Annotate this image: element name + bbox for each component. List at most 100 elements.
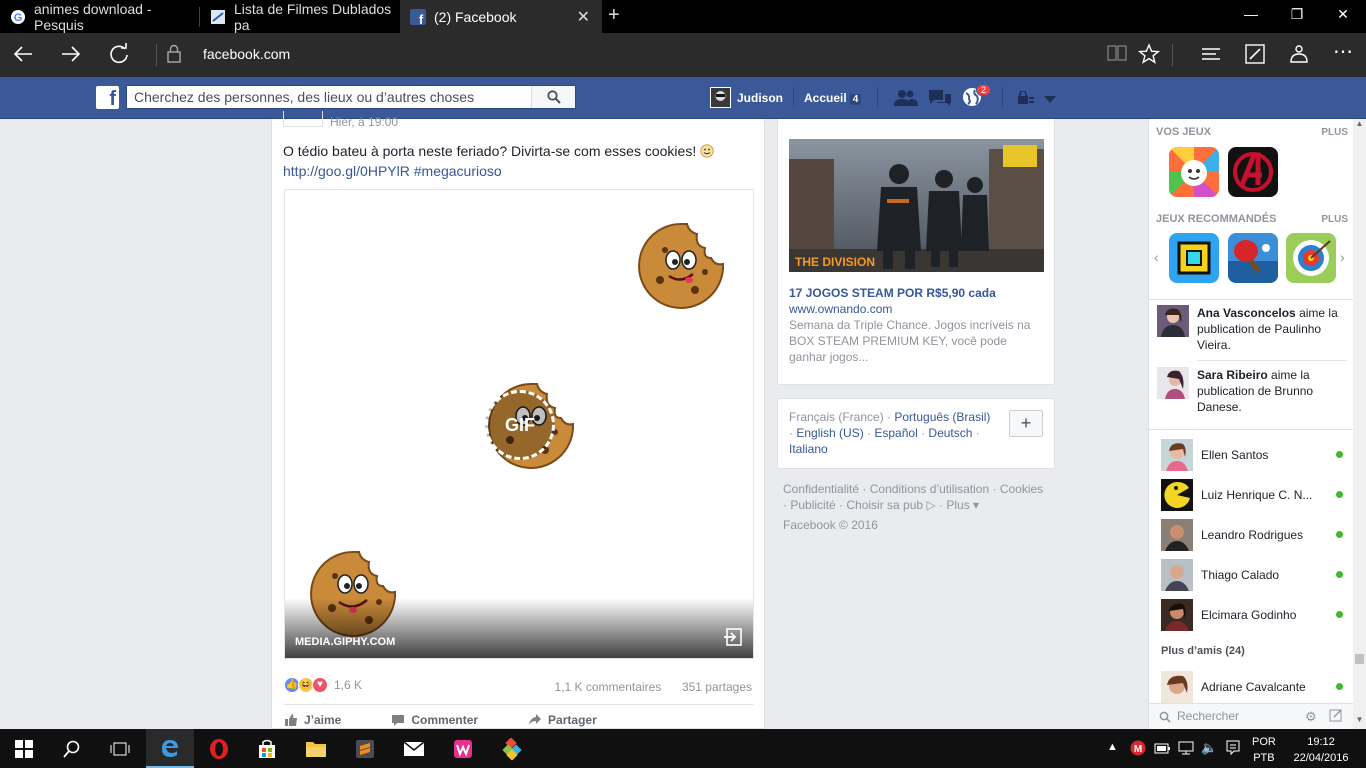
tab-google[interactable]: G animes download - Pesquis: [0, 0, 200, 33]
close-icon[interactable]: ✕: [577, 7, 590, 27]
footer-link[interactable]: Choisir sa pub: [846, 498, 923, 512]
ad-image[interactable]: THE DIVISION: [789, 139, 1044, 272]
post-hashtag[interactable]: #megacurioso: [414, 163, 502, 179]
network-icon[interactable]: [1178, 741, 1196, 758]
language-link[interactable]: Italiano: [789, 442, 828, 456]
chat-contact[interactable]: Elcimara Godinho: [1161, 599, 1343, 631]
language-link[interactable]: Español: [874, 426, 917, 440]
avatar[interactable]: [710, 87, 731, 108]
footer-link[interactable]: Cookies: [1000, 482, 1043, 496]
edge-browser-icon[interactable]: [146, 729, 194, 768]
chat-contact[interactable]: Thiago Calado: [1161, 559, 1343, 591]
git-app-icon[interactable]: [488, 729, 536, 768]
recommended-games-more-link[interactable]: PLUS: [1321, 214, 1348, 225]
share-button[interactable]: Partager: [528, 713, 597, 727]
more-friends-label[interactable]: Plus d’amis (24): [1161, 645, 1245, 657]
shares-count[interactable]: 351 partages: [682, 680, 752, 694]
minimize-icon[interactable]: —: [1241, 6, 1261, 22]
back-icon[interactable]: [12, 43, 34, 69]
comment-button[interactable]: Commenter: [391, 713, 478, 727]
ad-url[interactable]: www.ownando.com: [789, 302, 892, 316]
favorite-star-icon[interactable]: [1137, 43, 1161, 70]
restore-icon[interactable]: ❐: [1287, 6, 1307, 23]
start-windows-icon[interactable]: [0, 729, 48, 768]
friend-requests-icon[interactable]: [894, 89, 918, 110]
post-link[interactable]: http://goo.gl/0HPYlR: [283, 163, 410, 179]
volume-icon[interactable]: 🔈: [1201, 740, 1217, 756]
chevron-left-icon[interactable]: ‹: [1154, 249, 1159, 265]
input-language-indicator[interactable]: POR PTB: [1252, 734, 1276, 766]
tab-facebook[interactable]: f (2) Facebook ✕: [400, 0, 602, 33]
open-external-icon[interactable]: [723, 627, 743, 650]
wamp-icon[interactable]: [439, 729, 487, 768]
post-timestamp[interactable]: Hier, à 19:00: [330, 115, 398, 129]
chat-contact[interactable]: Ellen Santos: [1161, 439, 1343, 471]
sublime-text-icon[interactable]: [341, 729, 389, 768]
language-link[interactable]: English (US): [796, 426, 863, 440]
hub-icon[interactable]: [1200, 43, 1222, 70]
refresh-icon[interactable]: [108, 43, 130, 69]
comments-count[interactable]: 1,1 K commentaires: [555, 680, 662, 694]
compose-icon[interactable]: [1329, 708, 1343, 725]
footer-link[interactable]: Conditions d’utilisation: [870, 482, 989, 496]
chevron-down-icon[interactable]: ▾: [973, 498, 979, 512]
your-games-more-link[interactable]: PLUS: [1321, 127, 1348, 138]
chat-contact[interactable]: Adriane Cavalcante: [1161, 671, 1343, 703]
scrollbar-thumb[interactable]: [1355, 654, 1364, 664]
facebook-logo[interactable]: f: [96, 86, 119, 110]
file-explorer-icon[interactable]: [292, 729, 340, 768]
forward-icon[interactable]: [60, 43, 82, 69]
messages-icon[interactable]: [928, 89, 952, 110]
new-tab-button[interactable]: +: [608, 4, 620, 27]
action-center-icon[interactable]: [1226, 740, 1240, 759]
clock[interactable]: 19:12 22/04/2016: [1288, 734, 1354, 766]
web-note-icon[interactable]: [1244, 43, 1266, 70]
search-button[interactable]: [531, 86, 575, 108]
chevron-right-icon[interactable]: ›: [1340, 249, 1345, 265]
gear-icon[interactable]: ⚙: [1305, 709, 1317, 725]
geometry-dash-game-icon[interactable]: [1169, 233, 1219, 283]
footer-link[interactable]: Confidentialité: [783, 482, 859, 496]
reading-view-icon[interactable]: [1106, 43, 1128, 68]
reactions-summary[interactable]: 👍 😆 ♥ 1,6 K: [284, 677, 362, 693]
language-link[interactable]: Português (Brasil): [894, 410, 990, 424]
window-close-icon[interactable]: ✕: [1333, 6, 1353, 23]
more-icon[interactable]: ⋯: [1333, 39, 1353, 64]
avengers-game-icon[interactable]: [1228, 147, 1278, 197]
ad-title[interactable]: 17 JOGOS STEAM POR R$5,90 cada: [789, 286, 996, 300]
gif-media[interactable]: GIF MEDIA.GIPHY.COM: [284, 189, 754, 659]
url-field[interactable]: facebook.com: [203, 46, 290, 62]
privacy-shortcuts-icon[interactable]: [1017, 90, 1035, 108]
scroll-down-icon[interactable]: ▼: [1355, 715, 1364, 725]
store-icon[interactable]: [243, 729, 291, 768]
trivia-crack-game-icon[interactable]: [1169, 147, 1219, 197]
chat-contact[interactable]: Luiz Henrique C. N...: [1161, 479, 1343, 511]
like-button[interactable]: J’aime: [284, 713, 341, 727]
media-source-label[interactable]: MEDIA.GIPHY.COM: [295, 636, 395, 648]
add-language-button[interactable]: +: [1009, 410, 1043, 437]
post-author-avatar[interactable]: [283, 111, 323, 127]
opera-icon[interactable]: [195, 729, 243, 768]
profile-link[interactable]: Judison: [737, 91, 783, 105]
home-link[interactable]: Accueil 4: [804, 91, 862, 105]
task-view-icon[interactable]: [96, 729, 144, 768]
share-icon[interactable]: [1288, 43, 1310, 70]
chat-search-input[interactable]: [1177, 709, 1297, 723]
ticker-item[interactable]: Sara Ribeiro aime la publication de Brun…: [1157, 367, 1349, 415]
power-tray-icon[interactable]: [1154, 741, 1172, 758]
scroll-up-icon[interactable]: ▲: [1355, 119, 1364, 129]
archery-game-icon[interactable]: [1286, 233, 1336, 283]
show-hidden-icons-icon[interactable]: ▲: [1107, 741, 1118, 753]
mega-tray-icon[interactable]: M: [1130, 740, 1146, 759]
language-link[interactable]: Deutsch: [928, 426, 972, 440]
page-scrollbar[interactable]: ▲ ▼: [1353, 119, 1366, 729]
search-input[interactable]: [127, 86, 532, 108]
ping-pong-game-icon[interactable]: [1228, 233, 1278, 283]
tab-filmes[interactable]: Lista de Filmes Dublados pa: [200, 0, 400, 33]
footer-link[interactable]: Publicité: [790, 498, 835, 512]
mail-icon[interactable]: [390, 729, 438, 768]
search-icon[interactable]: [48, 729, 96, 768]
gif-play-button[interactable]: GIF: [485, 390, 555, 460]
chat-contact[interactable]: Leandro Rodrigues: [1161, 519, 1343, 551]
footer-link[interactable]: Plus: [946, 498, 969, 512]
